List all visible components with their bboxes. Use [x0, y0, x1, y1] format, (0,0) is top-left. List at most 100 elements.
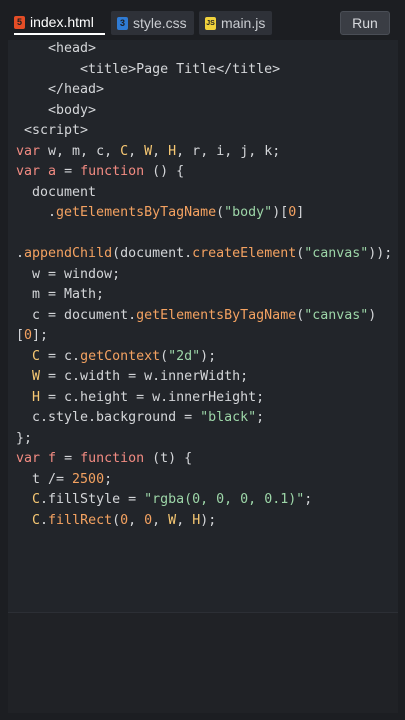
code-token: "2d"	[168, 348, 201, 364]
code-line: [0];	[16, 326, 48, 346]
code-token: (	[216, 205, 225, 220]
tab-label: style.css	[133, 15, 187, 31]
code-token: c.style.background =	[16, 410, 201, 425]
code-line: H = c.height = w.innerHeight;	[16, 388, 264, 408]
code-token: (	[160, 348, 169, 364]
code-token: w = window;	[16, 266, 121, 282]
code-token: W	[168, 512, 177, 528]
code-token: C	[32, 492, 41, 507]
code-token: a	[48, 164, 57, 179]
preview-panel	[8, 612, 398, 713]
code-token: .fillStyle =	[40, 492, 145, 507]
code-line: <title>Page Title</title>	[16, 60, 280, 80]
code-token: fillRect	[48, 512, 113, 528]
code-line: <script>	[16, 121, 88, 141]
code-token: W	[32, 369, 41, 384]
code-token: C	[32, 512, 41, 528]
code-line: C.fillRect(0, 0, W, H);	[16, 511, 216, 531]
code-token: () {	[144, 164, 185, 179]
code-token: 0	[24, 328, 33, 343]
code-token: ,	[128, 143, 145, 159]
code-token: = c.width = w.innerWidth;	[40, 369, 249, 384]
code-token: = c.	[40, 348, 81, 364]
code-token: .	[16, 246, 25, 261]
code-token: ;	[304, 492, 313, 507]
js-icon: JS	[205, 16, 216, 30]
code-token: );	[200, 512, 217, 528]
code-line: t /= 2500;	[16, 470, 112, 490]
code-token: <head>	[16, 41, 97, 56]
code-token: document	[16, 184, 97, 200]
code-token: };	[16, 430, 33, 446]
code-token: (	[112, 512, 121, 528]
tab-main-js[interactable]: JS main.js	[199, 11, 272, 35]
code-token: ,	[152, 143, 169, 159]
code-token: )[	[272, 205, 289, 220]
code-token: )	[368, 307, 377, 323]
code-token: createElement	[192, 246, 297, 261]
code-token: getContext	[80, 348, 161, 364]
code-token: w, m, c,	[40, 143, 121, 159]
code-token: =	[56, 451, 81, 466]
code-token: .	[16, 205, 57, 220]
code-line: W = c.width = w.innerWidth;	[16, 367, 248, 387]
code-token: ,	[128, 512, 145, 528]
code-token: ,	[176, 512, 193, 528]
html5-icon: 5	[14, 15, 25, 29]
code-token: 0	[144, 512, 153, 528]
code-token: ;	[256, 410, 265, 425]
code-line: C.fillStyle = "rgba(0, 0, 0, 0.1)";	[16, 490, 312, 510]
code-token: t /=	[16, 471, 73, 487]
tab-label: main.js	[221, 15, 266, 31]
code-line: };	[16, 429, 32, 449]
code-token: appendChild	[24, 246, 113, 261]
tab-index-html[interactable]: 5 index.html	[14, 11, 105, 35]
code-token: ];	[32, 328, 49, 343]
code-token: "canvas"	[304, 246, 369, 261]
code-line: c = document.getElementsByTagName("canva…	[16, 306, 376, 326]
code-token: "black"	[200, 410, 257, 425]
code-token: "body"	[224, 205, 273, 220]
code-token: <title>Page Title</title>	[16, 61, 281, 77]
code-line: var w, m, c, C, W, H, r, i, j, k;	[16, 142, 280, 162]
code-token: ,	[152, 512, 169, 528]
code-token: 0	[120, 512, 129, 528]
code-token: m = Math;	[16, 287, 105, 302]
code-line: m = Math;	[16, 285, 104, 305]
run-button[interactable]: Run	[340, 11, 390, 35]
tab-style-css[interactable]: 3 style.css	[111, 11, 194, 35]
code-token: getElementsByTagName	[136, 307, 297, 323]
code-token: var	[16, 164, 41, 179]
code-line: c.style.background = "black";	[16, 408, 264, 428]
code-token: "rgba(0, 0, 0, 0.1)"	[144, 492, 305, 507]
code-token: (t) {	[144, 451, 193, 466]
code-token: c = document.	[16, 307, 137, 323]
code-token: (document.	[112, 246, 193, 261]
tab-label: index.html	[30, 14, 94, 30]
code-token: , r, i, j, k;	[176, 143, 281, 159]
code-token: var	[16, 451, 41, 466]
code-token: var	[16, 143, 41, 159]
code-token: ;	[104, 471, 113, 487]
code-token: H	[32, 389, 41, 405]
code-line: w = window;	[16, 265, 120, 285]
code-token: C	[32, 348, 41, 364]
code-line: .appendChild(document.createElement("can…	[16, 244, 392, 264]
code-token: ));	[368, 246, 393, 261]
code-line: C = c.getContext("2d");	[16, 347, 216, 367]
code-token: );	[200, 348, 217, 364]
code-token: function	[80, 164, 145, 179]
code-token: <script>	[16, 123, 89, 138]
code-line: var a = function () {	[16, 162, 184, 182]
code-line: document	[16, 183, 96, 203]
code-token: </head>	[16, 82, 105, 97]
code-token: [	[16, 328, 25, 343]
code-token: ]	[296, 205, 305, 220]
editor-toolbar: 5 index.html 3 style.css JS main.js Run	[0, 0, 405, 40]
code-token: W	[144, 143, 153, 159]
